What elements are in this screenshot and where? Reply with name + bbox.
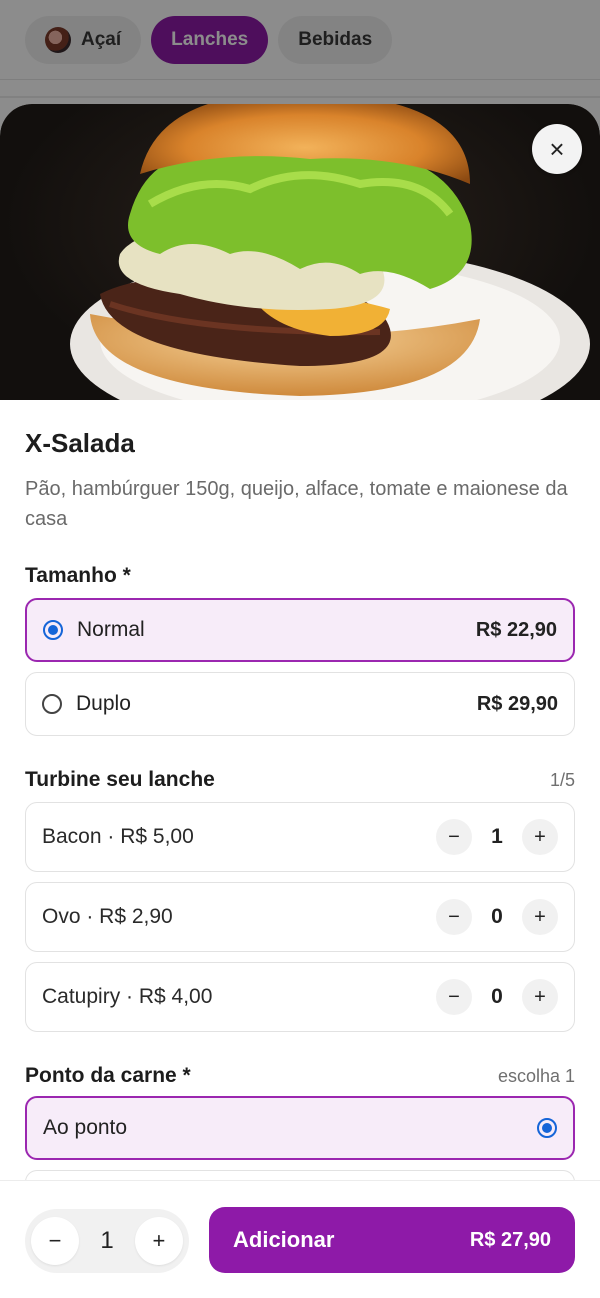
quantity-value: 0 — [491, 905, 503, 928]
size-option-label: Normal — [77, 618, 145, 641]
extra-item-label: Bacon · R$ 5,00 — [42, 825, 194, 848]
quantity-value: 0 — [491, 985, 503, 1008]
add-button-price: R$ 27,90 — [469, 1228, 551, 1251]
order-decrement-button[interactable]: − — [31, 1217, 79, 1265]
decrement-button[interactable]: − — [436, 899, 472, 935]
increment-button[interactable]: + — [522, 899, 558, 935]
increment-button[interactable]: + — [522, 979, 558, 1015]
product-image: × — [0, 104, 600, 400]
product-description: Pão, hambúrguer 150g, queijo, alface, to… — [25, 478, 568, 530]
doneness-section-hint: escolha 1 — [497, 1066, 575, 1086]
size-option-normal[interactable]: Normal R$ 22,90 — [25, 598, 575, 662]
order-increment-button[interactable]: + — [134, 1217, 183, 1265]
burger-illustration — [70, 104, 590, 400]
extra-item-catupiry: Catupiry · R$ 4,00 − 0 + — [25, 962, 575, 1032]
extra-item-label: Ovo · R$ 2,90 — [42, 905, 173, 928]
radio-selected-icon[interactable] — [43, 620, 63, 640]
order-quantity-stepper: − 1 + — [25, 1209, 189, 1273]
size-option-duplo[interactable]: Duplo R$ 29,90 — [25, 672, 575, 736]
add-to-cart-button[interactable]: Adicionar R$ 27,90 — [209, 1207, 575, 1273]
close-button[interactable]: × — [532, 124, 582, 174]
product-sheet: × X-Salada Pão, hambúrguer 150g, queijo,… — [0, 104, 600, 1298]
footer-bar: − 1 + Adicionar R$ 27,90 — [0, 1180, 600, 1298]
quantity-stepper: − 1 + — [436, 819, 558, 855]
extra-item-ovo: Ovo · R$ 2,90 − 0 + — [25, 882, 575, 952]
size-option-label: Duplo — [76, 692, 131, 715]
product-title: X-Salada — [25, 428, 135, 458]
quantity-stepper: − 0 + — [436, 899, 558, 935]
doneness-option-label: Ao ponto — [43, 1116, 128, 1139]
doneness-option-ao-ponto[interactable]: Ao ponto — [25, 1096, 575, 1160]
decrement-button[interactable]: − — [436, 819, 472, 855]
quantity-stepper: − 0 + — [436, 979, 558, 1015]
quantity-value: 1 — [491, 825, 503, 848]
radio-selected-icon[interactable] — [537, 1118, 557, 1138]
order-quantity-value: 1 — [100, 1227, 114, 1254]
radio-unselected-icon[interactable] — [42, 694, 62, 714]
extras-section-count: 1/5 — [549, 770, 575, 790]
size-option-price: R$ 29,90 — [476, 692, 558, 715]
size-section-title: Tamanho * — [25, 564, 131, 587]
extras-section-title: Turbine seu lanche — [25, 768, 215, 791]
doneness-section-title: Ponto da carne * — [25, 1064, 191, 1087]
size-option-price: R$ 22,90 — [475, 618, 557, 641]
extra-item-label: Catupiry · R$ 4,00 — [42, 985, 213, 1008]
decrement-button[interactable]: − — [436, 979, 472, 1015]
close-icon: × — [549, 134, 565, 164]
add-button-label: Adicionar — [233, 1227, 335, 1252]
increment-button[interactable]: + — [522, 819, 558, 855]
extra-item-bacon: Bacon · R$ 5,00 − 1 + — [25, 802, 575, 872]
